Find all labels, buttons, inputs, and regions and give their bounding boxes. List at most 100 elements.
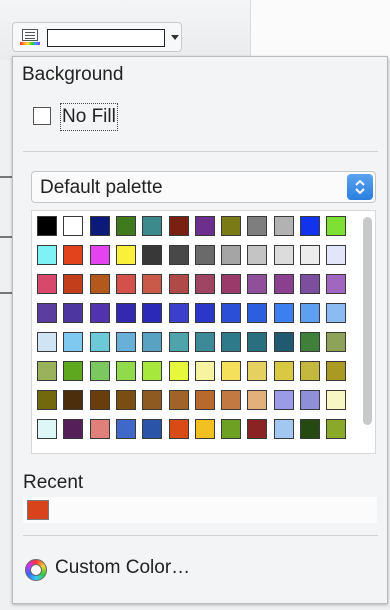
palette-swatch[interactable] — [273, 216, 294, 236]
palette-swatch[interactable] — [221, 303, 242, 323]
palette-swatch[interactable] — [89, 361, 110, 381]
palette-swatch[interactable] — [89, 390, 110, 410]
palette-swatch[interactable] — [273, 274, 294, 294]
palette-swatch[interactable] — [168, 390, 189, 410]
palette-swatch[interactable] — [115, 274, 136, 294]
palette-swatch[interactable] — [300, 216, 320, 236]
palette-swatch[interactable] — [142, 361, 163, 381]
palette-swatch[interactable] — [247, 216, 268, 236]
recent-color-swatch[interactable] — [27, 500, 49, 520]
palette-swatch[interactable] — [300, 245, 320, 265]
palette-swatch[interactable] — [194, 332, 215, 352]
palette-swatch[interactable] — [326, 419, 347, 439]
palette-swatch[interactable] — [63, 216, 84, 236]
palette-swatch[interactable] — [194, 419, 215, 439]
palette-scrollbar[interactable] — [363, 217, 372, 425]
palette-swatch[interactable] — [142, 419, 163, 439]
no-fill-label[interactable]: No Fill — [60, 103, 118, 131]
palette-swatch[interactable] — [168, 274, 189, 294]
palette-swatch[interactable] — [37, 245, 57, 265]
palette-swatch[interactable] — [142, 332, 163, 352]
updown-arrows-icon[interactable] — [347, 174, 373, 200]
palette-swatch[interactable] — [273, 303, 294, 323]
palette-swatch[interactable] — [115, 390, 136, 410]
palette-swatch[interactable] — [326, 216, 347, 236]
palette-swatch[interactable] — [300, 419, 320, 439]
palette-swatch[interactable] — [221, 419, 242, 439]
palette-swatch[interactable] — [168, 303, 189, 323]
palette-swatch[interactable] — [247, 274, 268, 294]
palette-swatch[interactable] — [115, 216, 136, 236]
palette-swatch[interactable] — [221, 216, 242, 236]
palette-swatch[interactable] — [168, 332, 189, 352]
palette-swatch[interactable] — [63, 361, 84, 381]
palette-swatch[interactable] — [37, 390, 57, 410]
palette-swatch[interactable] — [142, 245, 163, 265]
palette-swatch[interactable] — [142, 390, 163, 410]
palette-swatch[interactable] — [37, 216, 57, 236]
palette-swatch[interactable] — [37, 419, 57, 439]
palette-swatch[interactable] — [115, 303, 136, 323]
palette-swatch[interactable] — [247, 419, 268, 439]
palette-swatch[interactable] — [247, 245, 268, 265]
palette-swatch[interactable] — [273, 419, 294, 439]
palette-swatch[interactable] — [194, 390, 215, 410]
palette-swatch[interactable] — [37, 303, 57, 323]
palette-swatch[interactable] — [273, 245, 294, 265]
palette-swatch[interactable] — [194, 245, 215, 265]
palette-swatch[interactable] — [221, 361, 242, 381]
palette-swatch[interactable] — [89, 245, 110, 265]
palette-swatch[interactable] — [326, 361, 347, 381]
palette-swatch[interactable] — [89, 303, 110, 323]
palette-swatch[interactable] — [247, 361, 268, 381]
chevron-down-icon[interactable] — [171, 35, 179, 40]
palette-swatch[interactable] — [300, 303, 320, 323]
palette-swatch[interactable] — [300, 361, 320, 381]
palette-swatch[interactable] — [326, 303, 347, 323]
palette-swatch[interactable] — [326, 332, 347, 352]
palette-swatch[interactable] — [300, 274, 320, 294]
fill-color-dropdown-button[interactable] — [12, 22, 182, 52]
palette-swatch[interactable] — [63, 419, 84, 439]
palette-swatch[interactable] — [168, 245, 189, 265]
palette-swatch[interactable] — [63, 245, 84, 265]
palette-swatch[interactable] — [326, 245, 347, 265]
palette-swatch[interactable] — [221, 390, 242, 410]
palette-swatch[interactable] — [63, 332, 84, 352]
palette-swatch[interactable] — [221, 245, 242, 265]
palette-swatch[interactable] — [37, 332, 57, 352]
palette-swatch[interactable] — [194, 361, 215, 381]
palette-swatch[interactable] — [142, 303, 163, 323]
palette-swatch[interactable] — [115, 245, 136, 265]
palette-swatch[interactable] — [273, 332, 294, 352]
palette-swatch[interactable] — [273, 390, 294, 410]
palette-select[interactable]: Default palette — [31, 171, 376, 203]
palette-swatch[interactable] — [194, 303, 215, 323]
palette-swatch[interactable] — [63, 390, 84, 410]
palette-swatch[interactable] — [194, 216, 215, 236]
palette-swatch[interactable] — [300, 390, 320, 410]
palette-swatch[interactable] — [326, 390, 347, 410]
palette-swatch[interactable] — [142, 216, 163, 236]
palette-swatch[interactable] — [89, 419, 110, 439]
palette-swatch[interactable] — [247, 390, 268, 410]
palette-swatch[interactable] — [247, 332, 268, 352]
palette-swatch[interactable] — [37, 361, 57, 381]
no-fill-checkbox[interactable] — [33, 107, 51, 125]
palette-swatch[interactable] — [194, 274, 215, 294]
palette-swatch[interactable] — [89, 216, 110, 236]
palette-swatch[interactable] — [326, 274, 347, 294]
palette-swatch[interactable] — [142, 274, 163, 294]
palette-swatch[interactable] — [300, 332, 320, 352]
palette-swatch[interactable] — [168, 419, 189, 439]
palette-swatch[interactable] — [168, 361, 189, 381]
palette-swatch[interactable] — [63, 274, 84, 294]
palette-swatch[interactable] — [221, 274, 242, 294]
palette-swatch[interactable] — [273, 361, 294, 381]
palette-swatch[interactable] — [89, 332, 110, 352]
palette-swatch[interactable] — [115, 332, 136, 352]
palette-swatch[interactable] — [115, 361, 136, 381]
palette-swatch[interactable] — [115, 419, 136, 439]
palette-swatch[interactable] — [247, 303, 268, 323]
palette-swatch[interactable] — [89, 274, 110, 294]
